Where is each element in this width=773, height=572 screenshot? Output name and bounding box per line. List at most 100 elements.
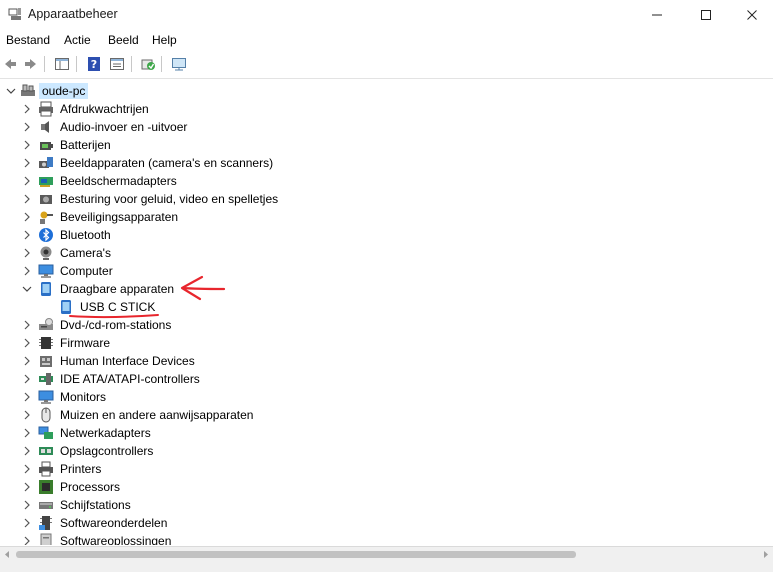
bluetooth-icon bbox=[38, 227, 54, 243]
chevron-right-icon[interactable] bbox=[21, 138, 33, 152]
chevron-right-icon[interactable] bbox=[21, 192, 33, 206]
tree-category-label: Schijfstations bbox=[60, 498, 131, 512]
tree-category[interactable]: Beeldapparaten (camera's en scanners) bbox=[0, 154, 773, 172]
tree-category[interactable]: Batterijen bbox=[0, 136, 773, 154]
tree-category[interactable]: Softwareoplossingen bbox=[0, 532, 773, 545]
window-title: Apparaatbeheer bbox=[28, 7, 118, 21]
chevron-right-icon[interactable] bbox=[21, 228, 33, 242]
chevron-right-icon[interactable] bbox=[21, 498, 33, 512]
tree-category-label: Beeldschermadapters bbox=[60, 174, 177, 188]
chevron-right-icon[interactable] bbox=[21, 372, 33, 386]
tree-category[interactable]: Processors bbox=[0, 478, 773, 496]
tree-category-label: Opslagcontrollers bbox=[60, 444, 154, 458]
chevron-right-icon[interactable] bbox=[21, 174, 33, 188]
tree-category[interactable]: Printers bbox=[0, 460, 773, 478]
chevron-right-icon[interactable] bbox=[21, 444, 33, 458]
tree-category[interactable]: Beeldschermadapters bbox=[0, 172, 773, 190]
device-tree: oude-pc Afdrukwachtrijen Audio-invoer en … bbox=[0, 79, 773, 545]
software-icon bbox=[38, 533, 54, 545]
chevron-right-icon[interactable] bbox=[21, 354, 33, 368]
chevron-right-icon[interactable] bbox=[21, 408, 33, 422]
tree-category-label: Human Interface Devices bbox=[60, 354, 195, 368]
chevron-down-icon[interactable] bbox=[5, 84, 17, 98]
tree-category[interactable]: Camera's bbox=[0, 244, 773, 262]
chevron-right-icon[interactable] bbox=[21, 318, 33, 332]
menu-help[interactable]: Help bbox=[152, 33, 177, 47]
tree-root[interactable]: oude-pc bbox=[0, 82, 773, 100]
chevron-right-icon[interactable] bbox=[21, 120, 33, 134]
close-button[interactable] bbox=[729, 0, 773, 30]
tree-category[interactable]: Audio-invoer en -uitvoer bbox=[0, 118, 773, 136]
tree-category[interactable]: Besturing voor geluid, video en spelletj… bbox=[0, 190, 773, 208]
chevron-right-icon[interactable] bbox=[21, 336, 33, 350]
tree-category[interactable]: Monitors bbox=[0, 388, 773, 406]
title-bar: Apparaatbeheer bbox=[0, 0, 773, 30]
forward-arrow-icon[interactable] bbox=[22, 55, 40, 73]
chevron-right-icon[interactable] bbox=[21, 462, 33, 476]
tree-category-label: Bluetooth bbox=[60, 228, 111, 242]
chevron-down-icon[interactable] bbox=[21, 282, 33, 296]
tree-category-label: Batterijen bbox=[60, 138, 111, 152]
help-icon[interactable]: ? bbox=[85, 55, 103, 73]
tree-category[interactable]: Dvd-/cd-rom-stations bbox=[0, 316, 773, 334]
root-label: oude-pc bbox=[39, 83, 89, 99]
print-queue-icon bbox=[38, 101, 54, 117]
chevron-right-icon[interactable] bbox=[21, 390, 33, 404]
tree-category[interactable]: Softwareonderdelen bbox=[0, 514, 773, 532]
svg-text:?: ? bbox=[91, 58, 97, 71]
tree-category[interactable]: Netwerkadapters bbox=[0, 424, 773, 442]
tree-category[interactable]: Computer bbox=[0, 262, 773, 280]
toolbar: ? bbox=[0, 51, 773, 79]
tree-device[interactable]: USB C STICK bbox=[0, 298, 773, 316]
chevron-right-icon[interactable] bbox=[21, 156, 33, 170]
tree-category[interactable]: Bluetooth bbox=[0, 226, 773, 244]
tree-category-label: Computer bbox=[60, 264, 113, 278]
back-arrow-icon[interactable] bbox=[1, 55, 19, 73]
menu-actie[interactable]: Actie bbox=[64, 33, 91, 47]
tree-category-label: Audio-invoer en -uitvoer bbox=[60, 120, 188, 134]
tree-category[interactable]: Afdrukwachtrijen bbox=[0, 100, 773, 118]
chevron-right-icon[interactable] bbox=[21, 210, 33, 224]
show-hide-console-tree-icon[interactable] bbox=[53, 55, 71, 73]
chevron-right-icon[interactable] bbox=[21, 426, 33, 440]
speaker-icon bbox=[38, 119, 54, 135]
tree-category-label: Firmware bbox=[60, 336, 110, 350]
disk-drive-icon bbox=[38, 497, 54, 513]
tree-category-label: Dvd-/cd-rom-stations bbox=[60, 318, 172, 332]
tree-category[interactable]: Human Interface Devices bbox=[0, 352, 773, 370]
chevron-right-icon[interactable] bbox=[21, 534, 33, 545]
maximize-button[interactable] bbox=[683, 0, 729, 30]
tree-category[interactable]: Schijfstations bbox=[0, 496, 773, 514]
properties-icon[interactable] bbox=[108, 55, 126, 73]
tree-category-label: Monitors bbox=[60, 390, 107, 404]
minimize-button[interactable] bbox=[634, 0, 680, 30]
tree-category[interactable]: IDE ATA/ATAPI-controllers bbox=[0, 370, 773, 388]
tree-category-label: Softwareoplossingen bbox=[60, 534, 172, 545]
menu-bestand[interactable]: Bestand bbox=[6, 33, 50, 47]
tree-category-label: Muizen en andere aanwijsapparaten bbox=[60, 408, 254, 422]
tree-category[interactable]: Draagbare apparaten bbox=[0, 280, 773, 298]
chevron-right-icon[interactable] bbox=[21, 480, 33, 494]
portable-device-icon bbox=[38, 281, 54, 297]
tree-category-label: Beveiligingsapparaten bbox=[60, 210, 179, 224]
chevron-right-icon[interactable] bbox=[21, 264, 33, 278]
tree-category-label: Besturing voor geluid, video en spelletj… bbox=[60, 192, 279, 206]
menu-bar: Bestand Actie Beeld Help bbox=[0, 30, 773, 50]
chevron-right-icon[interactable] bbox=[21, 246, 33, 260]
scan-hardware-icon[interactable] bbox=[139, 55, 157, 73]
tree-device-label: USB C STICK bbox=[80, 300, 156, 314]
monitor-device-icon[interactable] bbox=[170, 55, 188, 73]
pc-icon bbox=[20, 83, 36, 99]
menu-beeld[interactable]: Beeld bbox=[108, 33, 139, 47]
tree-category-label: Printers bbox=[60, 462, 102, 476]
status-bar bbox=[0, 562, 773, 572]
tree-category-label: Camera's bbox=[60, 246, 111, 260]
chevron-right-icon[interactable] bbox=[21, 516, 33, 530]
chevron-right-icon[interactable] bbox=[21, 102, 33, 116]
tree-category[interactable]: Firmware bbox=[0, 334, 773, 352]
processor-icon bbox=[38, 479, 54, 495]
tree-category[interactable]: Muizen en andere aanwijsapparaten bbox=[0, 406, 773, 424]
horizontal-scrollbar[interactable] bbox=[0, 546, 773, 562]
tree-category[interactable]: Beveiligingsapparaten bbox=[0, 208, 773, 226]
tree-category[interactable]: Opslagcontrollers bbox=[0, 442, 773, 460]
